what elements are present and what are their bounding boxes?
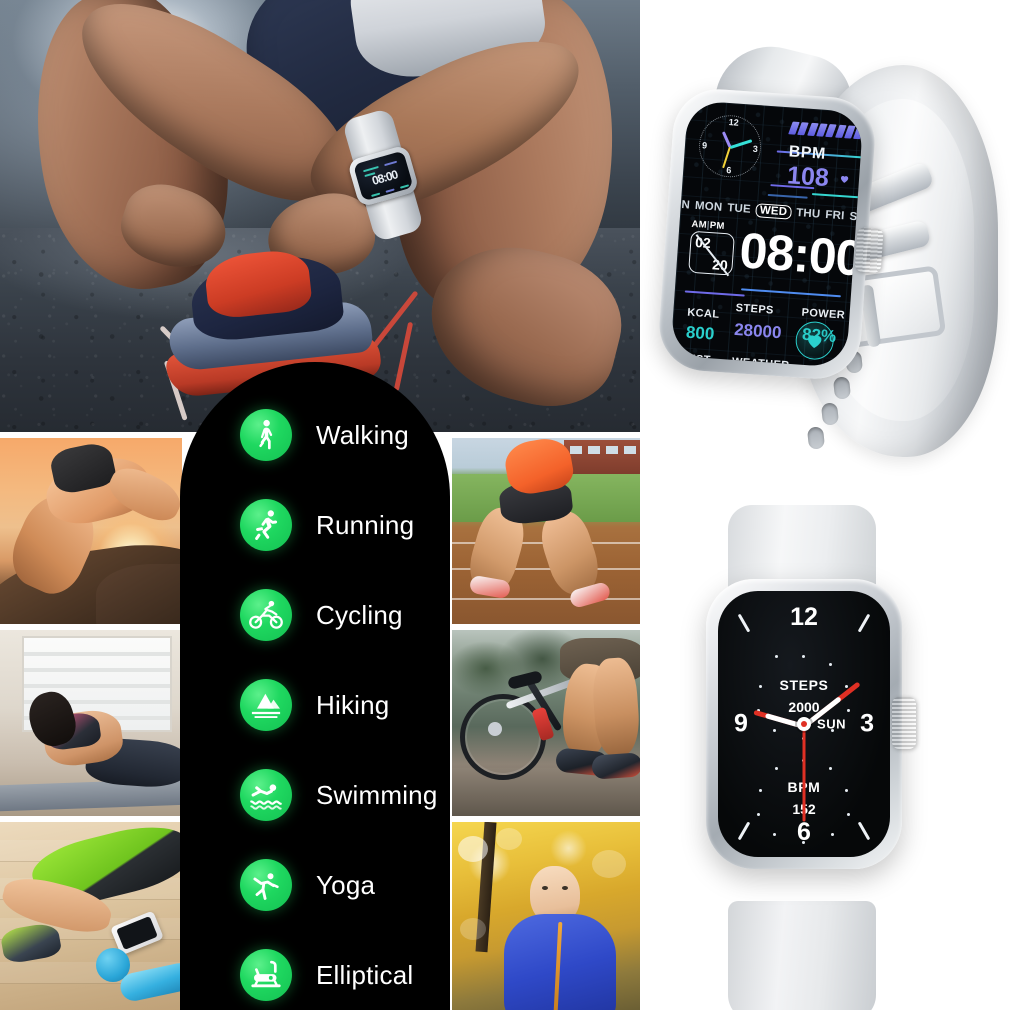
hour-tick bbox=[737, 613, 751, 633]
time-display: 08:00 bbox=[737, 222, 864, 287]
day-thu: THU bbox=[795, 206, 821, 221]
mini-hour-6: 6 bbox=[726, 165, 732, 176]
weekday-indicator: SUN bbox=[817, 716, 846, 732]
activity-item-running[interactable]: Running bbox=[180, 480, 450, 570]
kcal-value: 800 bbox=[685, 322, 715, 344]
photo-mountain-biking bbox=[452, 630, 640, 816]
product-marketing-image: 08:00 Walking Running Cycling Hiking Swi… bbox=[0, 0, 1010, 1010]
am-pm-indicator: AM|PM bbox=[691, 218, 726, 233]
walking-icon bbox=[240, 409, 292, 461]
pm-label: PM bbox=[709, 220, 726, 233]
hour-tick bbox=[857, 821, 871, 841]
watch-screen-digital[interactable]: 12 3 6 9 BPM 108 SUN MON TUE WED THU FRI… bbox=[670, 100, 864, 368]
activity-label: Hiking bbox=[316, 689, 390, 720]
swimming-icon bbox=[240, 769, 292, 821]
activity-item-hiking[interactable]: Hiking bbox=[180, 660, 450, 750]
activity-item-walking[interactable]: Walking bbox=[180, 390, 450, 480]
day-fri: FRI bbox=[824, 209, 845, 223]
day-tue: TUE bbox=[726, 202, 752, 216]
watch-crown-button[interactable] bbox=[854, 227, 884, 274]
date-month: 02 bbox=[694, 234, 712, 252]
activity-label: Elliptical bbox=[316, 959, 414, 990]
watch-band-bottom bbox=[728, 901, 876, 1010]
hour-numeral-9: 9 bbox=[734, 709, 748, 738]
hour-tick bbox=[857, 613, 871, 633]
mini-hour-9: 9 bbox=[701, 140, 708, 151]
photo-collage: 08:00 Walking Running Cycling Hiking Swi… bbox=[0, 0, 640, 1010]
day-sat: SAT bbox=[848, 210, 864, 225]
kcal-label: KCAL bbox=[686, 306, 720, 321]
second-hand bbox=[802, 725, 806, 822]
activity-list: Walking Running Cycling Hiking Swimming … bbox=[180, 362, 450, 1010]
steps-label: STEPS bbox=[735, 302, 775, 317]
photo-indoor-yoga bbox=[0, 630, 182, 816]
activity-item-cycling[interactable]: Cycling bbox=[180, 570, 450, 660]
date-day: 20 bbox=[711, 256, 729, 274]
activity-item-elliptical[interactable]: Elliptical bbox=[180, 930, 450, 1010]
watch-crown-button[interactable] bbox=[892, 697, 916, 749]
heart-icon bbox=[840, 175, 849, 183]
day-wed-active: WED bbox=[755, 203, 792, 220]
activity-label: Cycling bbox=[316, 599, 403, 630]
elliptical-icon bbox=[240, 949, 292, 1001]
smartwatch-digital-view: 12 3 6 9 BPM 108 SUN MON TUE WED THU FRI… bbox=[650, 34, 1000, 485]
steps-label: STEPS bbox=[779, 677, 829, 693]
dist-label: DIST bbox=[683, 352, 712, 367]
am-label: AM bbox=[691, 218, 708, 231]
cycling-icon bbox=[240, 589, 292, 641]
band-hole bbox=[806, 426, 826, 450]
photo-autumn-jogging bbox=[452, 822, 640, 1010]
activity-label: Yoga bbox=[316, 869, 376, 900]
watch-case: 12 3 6 9 STEPS 2000 SUN bbox=[706, 579, 916, 869]
activity-label: Walking bbox=[316, 419, 409, 450]
running-icon bbox=[240, 499, 292, 551]
hands-pivot bbox=[797, 717, 811, 731]
day-mon: MON bbox=[694, 199, 723, 214]
smartwatch-analog-view: 12 3 6 9 STEPS 2000 SUN bbox=[660, 505, 990, 1010]
activity-label: Running bbox=[316, 509, 415, 540]
activity-item-swimming[interactable]: Swimming bbox=[180, 750, 450, 840]
watch-case: 12 3 6 9 BPM 108 SUN MON TUE WED THU FRI… bbox=[656, 86, 884, 382]
hiking-icon bbox=[240, 679, 292, 731]
band-hole bbox=[832, 376, 852, 400]
band-hole bbox=[820, 402, 840, 426]
activity-label: Swimming bbox=[316, 779, 438, 810]
mini-hour-12: 12 bbox=[728, 117, 740, 128]
watch-screen-analog[interactable]: 12 3 6 9 STEPS 2000 SUN bbox=[718, 591, 890, 857]
worn-watch-screen: 08:00 bbox=[353, 150, 414, 202]
hour-numeral-12: 12 bbox=[790, 603, 818, 631]
photo-track-running bbox=[452, 438, 640, 624]
photo-floor-stretching bbox=[0, 822, 182, 1010]
shoe-tongue bbox=[203, 247, 314, 321]
date-box: 02 20 bbox=[688, 230, 735, 276]
yoga-icon bbox=[240, 859, 292, 911]
activity-item-yoga[interactable]: Yoga bbox=[180, 840, 450, 930]
activity-modes-panel: Walking Running Cycling Hiking Swimming … bbox=[180, 362, 450, 1010]
hour-numeral-3: 3 bbox=[860, 709, 874, 738]
day-sun: SUN bbox=[670, 197, 691, 212]
product-showcase: 12 3 6 9 BPM 108 SUN MON TUE WED THU FRI… bbox=[640, 0, 1010, 1010]
mini-hour-3: 3 bbox=[752, 143, 759, 155]
photo-sunset-hiking bbox=[0, 438, 182, 624]
steps-value: 28000 bbox=[733, 319, 783, 343]
